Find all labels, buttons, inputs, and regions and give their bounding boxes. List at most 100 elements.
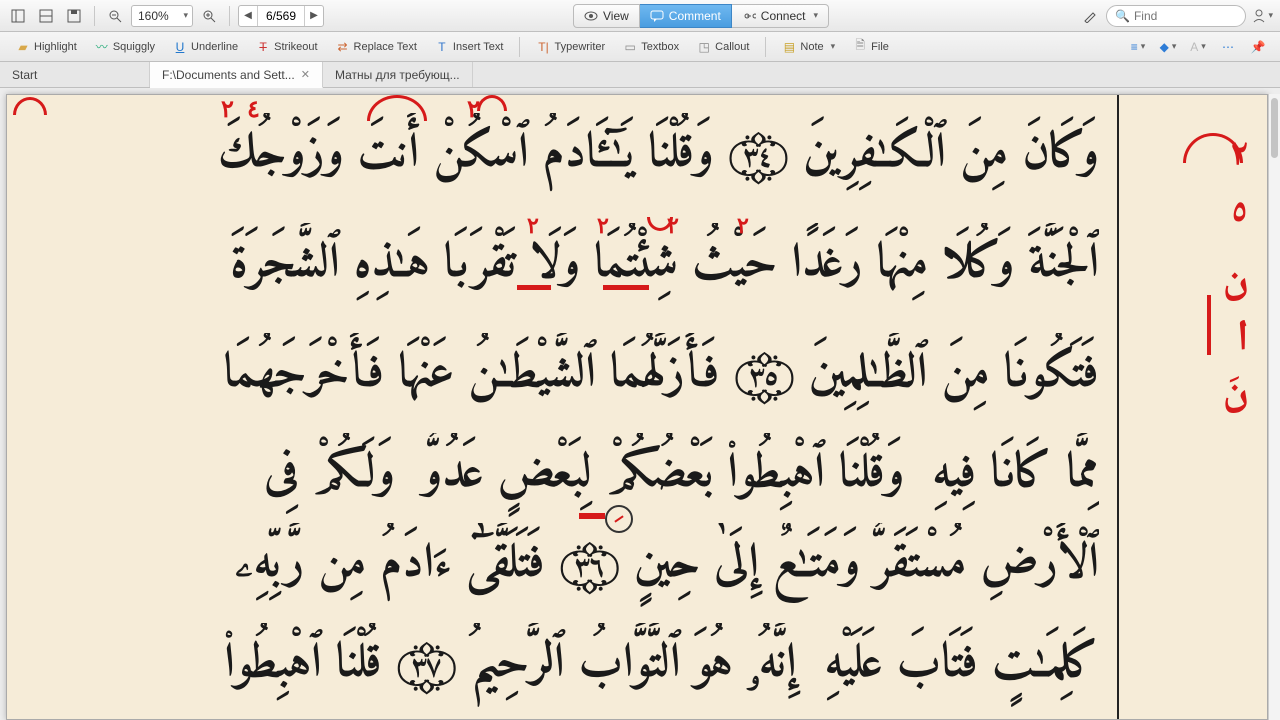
eye-icon [584,11,598,21]
underline-annotation [517,285,551,290]
next-page-button[interactable]: ▶ [305,10,323,21]
squiggly-tool[interactable]: 〰Squiggly [89,37,161,57]
close-icon[interactable]: ✕ [301,68,310,81]
tab-document-2[interactable]: Матны для требующ... [323,62,473,87]
textbox-label: Textbox [641,41,679,53]
insert-text-tool[interactable]: T Insert Text [429,37,510,57]
typewriter-icon: T| [536,40,550,54]
highlight-tool[interactable]: ▰ Highlight [10,37,83,57]
save-icon[interactable] [62,5,86,27]
stroke-annotation [579,513,605,519]
view-mode-button[interactable]: View [573,4,640,28]
chevron-down-icon: ▾ [814,10,819,21]
strikeout-label: Strikeout [274,41,317,53]
arc-annotation [13,97,47,115]
replace-label: Replace Text [354,41,417,53]
more-tools-icon[interactable]: ⋯ [1216,36,1240,58]
comment-icon [650,10,664,22]
search-input[interactable] [1134,9,1237,23]
page-input[interactable] [257,6,305,26]
tab-label: Start [12,68,37,82]
number-annotation: ٤ [247,95,260,124]
arc-annotation [477,95,507,111]
connect-label: Connect [761,9,806,23]
text-line-1: وَكَانَ مِنَ ٱلْكَـٰفِرِينَ ۝٣٤ وَقُلْنَ… [25,113,1099,197]
callout-tool[interactable]: ◳Callout [691,37,755,57]
typewriter-tool[interactable]: T| Typewriter [530,37,611,57]
underline-icon: U [173,40,187,54]
document-page: وَكَانَ مِنَ ٱلْكَـٰفِرِينَ ۝٣٤ وَقُلْنَ… [6,94,1268,720]
insert-label: Insert Text [453,41,504,53]
highlight-label: Highlight [34,41,77,53]
note-label: Note [800,41,823,53]
number-annotation: ٢ [737,213,749,239]
insert-icon: T [435,40,449,54]
page-border-line [1117,95,1119,719]
note-tool[interactable]: ▤Note▾ [776,37,841,57]
text-line-3: فَتَكُونَا مِنَ ٱلظَّـٰلِمِينَ ۝٣٥ فَأَز… [25,333,1099,417]
page-navigator: ◀ ▶ [238,5,324,27]
number-annotation: ٢ [221,95,234,124]
text-line-2: ٱلْجَنَّةَ وَكُلَا مِنْهَا رَغَدًا حَيْث… [25,223,1099,307]
sidebar-toggle-icon[interactable] [6,5,30,27]
tab-label: Матны для требующ... [335,68,460,82]
textbox-tool[interactable]: ▭Textbox [617,37,685,57]
pencil-tool-icon[interactable] [1078,5,1102,27]
arc-annotation [367,95,427,121]
replace-text-tool[interactable]: ⇄ Replace Text [330,37,423,57]
file-tool[interactable]: 🗎 File [847,37,895,57]
underline-annotation [603,285,649,290]
vertical-scrollbar[interactable] [1268,94,1280,720]
note-icon: ▤ [782,40,796,54]
connect-icon [742,11,756,21]
font-icon[interactable]: A▾ [1186,36,1210,58]
tab-document-1[interactable]: F:\Documents and Sett... ✕ [150,62,323,88]
comment-label: Comment [669,9,721,23]
page-layout-icon[interactable] [34,5,58,27]
text-line-5: ٱلْأَرْضِ مُسْتَقَرٌّ وَمَتَـٰعٌ إِلَىٰ … [25,523,1099,607]
stroke-color-icon[interactable]: ≡▾ [1126,36,1150,58]
separator [94,6,95,26]
tab-start[interactable]: Start [0,62,150,87]
highlight-icon: ▰ [16,40,30,54]
comment-mode-button[interactable]: Comment [640,4,732,28]
pen-cursor-icon [605,505,633,533]
scroll-thumb[interactable] [1271,98,1278,158]
zoom-in-icon[interactable] [197,5,221,27]
typewriter-label: Typewriter [554,41,605,53]
search-icon: 🔍 [1115,9,1130,23]
strikeout-icon: T [256,40,270,54]
underline-label: Underline [191,41,238,53]
fill-color-icon[interactable]: ◆▾ [1156,36,1180,58]
text-line-6: كَلِمَـٰتٍ فَتَابَ عَلَيْهِ ۚ إِنَّهُۥ ه… [25,623,1099,707]
zoom-out-icon[interactable] [103,5,127,27]
mode-switch: View Comment Connect ▾ [573,4,829,28]
search-box[interactable]: 🔍 [1106,5,1246,27]
replace-icon: ⇄ [336,40,350,54]
primary-toolbar: 160% ◀ ▶ View Comment Connect ▾ 🔍 ▾ [0,0,1280,32]
separator [229,6,230,26]
file-icon: 🗎 [853,40,867,54]
user-menu-icon[interactable]: ▾ [1250,5,1274,27]
stroke-annotation [1207,295,1211,355]
annotation-toolbar: ▰ Highlight 〰Squiggly U Underline T Strikeo… [0,32,1280,62]
file-label: File [871,41,889,53]
separator [519,37,520,57]
number-annotation: ٢ [597,213,609,239]
document-viewport: وَكَانَ مِنَ ٱلْكَـٰفِرِينَ ۝٣٤ وَقُلْنَ… [0,88,1280,720]
view-label: View [603,9,629,23]
document-tabs: Start F:\Documents and Sett... ✕ Матны дл… [0,62,1280,88]
tab-label: F:\Documents and Sett... [162,68,295,82]
zoom-value: 160% [138,9,169,23]
pin-toolbar-icon[interactable]: 📌 [1246,36,1270,58]
separator [765,37,766,57]
underline-tool[interactable]: U Underline [167,37,244,57]
callout-icon: ◳ [697,40,711,54]
zoom-select[interactable]: 160% [131,5,193,27]
strikeout-tool[interactable]: T Strikeout [250,37,323,57]
number-annotation: ٢ [527,213,539,239]
squiggly-label: Squiggly [113,41,155,53]
text-line-4: مِمَّا كَانَا فِيهِ ۖ وَقُلْنَا ٱهْبِطُو… [25,433,1099,517]
connect-mode-button[interactable]: Connect ▾ [732,4,829,28]
prev-page-button[interactable]: ◀ [239,10,257,21]
